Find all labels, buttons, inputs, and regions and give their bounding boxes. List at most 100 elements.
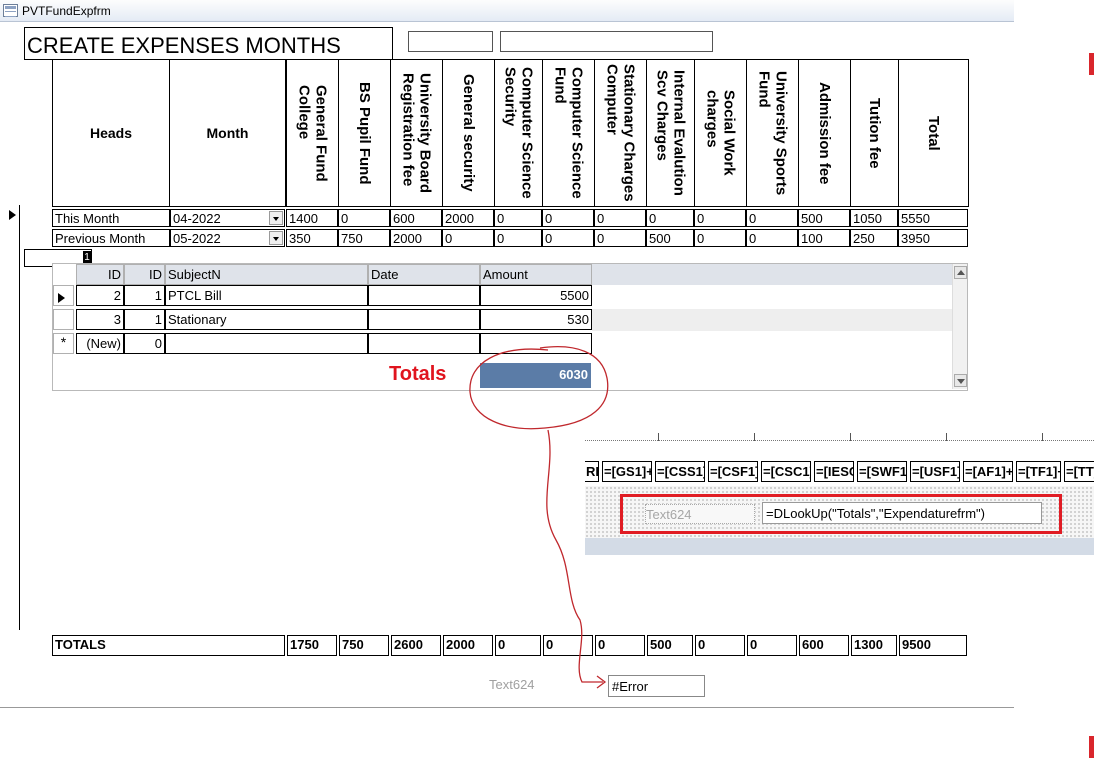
fund-cell[interactable]: 250 [850, 229, 898, 247]
fund-cell[interactable]: 500 [646, 229, 694, 247]
subform-id-cell[interactable]: 2 [76, 285, 124, 306]
column-header: Computer Science Fund [542, 59, 595, 207]
subform-header-subject[interactable]: SubjectN [165, 264, 368, 285]
fund-cell[interactable]: 750 [338, 229, 390, 247]
fund-cell[interactable]: 3950 [898, 229, 968, 247]
design-field[interactable]: =[USF1] [910, 461, 960, 482]
current-record-arrow-icon[interactable] [9, 210, 16, 220]
fund-cell[interactable]: 100 [798, 229, 850, 247]
column-header: Stationary Charges Computer [594, 59, 647, 207]
totals-cell[interactable]: 0 [543, 635, 593, 656]
subform-subject-cell[interactable]: Stationary [165, 309, 368, 330]
month-combobox[interactable]: 05-2022 [170, 229, 285, 247]
totals-cell[interactable]: 0 [695, 635, 745, 656]
column-header-label: University Board Registration fee [399, 72, 434, 194]
subform-subject-cell[interactable]: PTCL Bill [165, 285, 368, 306]
fund-cell[interactable]: 0 [494, 209, 542, 227]
row-head[interactable]: This Month [52, 209, 170, 227]
fund-cell[interactable]: 0 [494, 229, 542, 247]
subform-id-cell[interactable]: (New) [76, 333, 124, 354]
fund-cell[interactable]: 1400 [286, 209, 338, 227]
column-header-label: BS Pupil Fund [356, 81, 373, 185]
subform-header-date[interactable]: Date [368, 264, 480, 285]
totals-cell[interactable]: 9500 [899, 635, 967, 656]
header-textbox[interactable] [408, 31, 493, 52]
fund-cell[interactable]: 500 [798, 209, 850, 227]
subform-header-id2[interactable]: ID [124, 264, 165, 285]
fund-cell[interactable]: 2000 [442, 209, 494, 227]
fund-cell[interactable]: 0 [746, 229, 798, 247]
totals-cell[interactable]: 750 [339, 635, 389, 656]
subform-record-selector[interactable]: * [53, 333, 74, 354]
fund-cell[interactable]: 0 [542, 229, 594, 247]
subform-amount-cell[interactable]: 530 [480, 309, 592, 330]
header-combobox[interactable] [500, 31, 713, 52]
subform-header-band [592, 264, 952, 285]
totals-cell[interactable]: 2000 [443, 635, 493, 656]
subform-amount-cell[interactable]: 5500 [480, 285, 592, 306]
row-head[interactable]: Previous Month [52, 229, 170, 247]
fund-cell[interactable]: 2000 [390, 229, 442, 247]
subform-date-cell[interactable] [368, 333, 480, 354]
scroll-up-icon[interactable] [954, 266, 967, 279]
subform-header-id[interactable]: ID [76, 264, 124, 285]
chevron-down-icon[interactable] [269, 211, 283, 225]
subform-id2-cell[interactable]: 1 [124, 309, 165, 330]
subform-scrollbar[interactable] [952, 264, 967, 389]
column-header-label: Total [925, 115, 942, 151]
subform-date-cell[interactable] [368, 309, 480, 330]
fund-cell[interactable]: 0 [694, 229, 746, 247]
totals-cell[interactable]: 600 [799, 635, 849, 656]
column-header-label: Computer Science Security [501, 67, 536, 199]
subform-id2-cell[interactable]: 0 [124, 333, 165, 354]
subform-record-selector[interactable] [53, 309, 74, 330]
fund-cell[interactable]: 600 [390, 209, 442, 227]
subform-id2-cell[interactable]: 1 [124, 285, 165, 306]
totals-cell[interactable]: 0 [495, 635, 541, 656]
subform-id-cell[interactable]: 3 [76, 309, 124, 330]
design-field[interactable]: =[AF1]+ [963, 461, 1013, 482]
design-field[interactable]: =[CSS1] [655, 461, 705, 482]
totals-cell[interactable]: 0 [747, 635, 797, 656]
subform-subject-cell[interactable] [165, 333, 368, 354]
design-field[interactable]: =[GS1]+ [602, 461, 652, 482]
design-field[interactable]: =[TF1]+ [1016, 461, 1061, 482]
totals-cell[interactable]: 1300 [851, 635, 897, 656]
totals-cell[interactable]: 0 [595, 635, 645, 656]
fund-cell[interactable]: 0 [594, 229, 646, 247]
record-selector-bar [19, 205, 20, 630]
fund-cell[interactable]: 0 [594, 209, 646, 227]
subform-date-cell[interactable] [368, 285, 480, 306]
totals-cell[interactable]: 1750 [287, 635, 337, 656]
design-view-inset: RF=[GS1]+=[CSS1]=[CSF1]=[CSC1]=[IESC1=[S… [585, 433, 1094, 555]
fund-cell[interactable]: 0 [338, 209, 390, 227]
design-ruler [585, 433, 1094, 441]
column-header: General security [442, 59, 495, 207]
design-field[interactable]: =[CSF1] [708, 461, 758, 482]
column-header-label: Internal Evalution Scv Charges [653, 70, 688, 196]
fund-cell[interactable]: 0 [442, 229, 494, 247]
chevron-down-icon[interactable] [269, 231, 283, 245]
design-field[interactable]: =[SWF1] [857, 461, 907, 482]
scroll-down-icon[interactable] [954, 374, 967, 387]
fund-cell[interactable]: 5550 [898, 209, 968, 227]
design-field[interactable]: =[TT]+ [1064, 461, 1094, 482]
error-textbox[interactable]: #Error [608, 675, 705, 697]
totals-cell[interactable]: 500 [647, 635, 693, 656]
fund-cell[interactable]: 0 [646, 209, 694, 227]
subform-totals-value[interactable]: 6030 [480, 363, 591, 388]
subform-totals-label: Totals [389, 363, 447, 385]
subform-header-amount[interactable]: Amount [480, 264, 592, 285]
design-field[interactable]: =[CSC1] [761, 461, 811, 482]
design-field[interactable]: =[IESC1 [814, 461, 854, 482]
fund-cell[interactable]: 1050 [850, 209, 898, 227]
subform-amount-cell[interactable] [480, 333, 592, 354]
red-edge-mark [1089, 736, 1094, 758]
month-combobox[interactable]: 04-2022 [170, 209, 285, 227]
fund-cell[interactable]: 0 [694, 209, 746, 227]
fund-cell[interactable]: 0 [746, 209, 798, 227]
design-field[interactable]: RF [585, 461, 599, 482]
fund-cell[interactable]: 350 [286, 229, 338, 247]
fund-cell[interactable]: 0 [542, 209, 594, 227]
totals-cell[interactable]: 2600 [391, 635, 441, 656]
